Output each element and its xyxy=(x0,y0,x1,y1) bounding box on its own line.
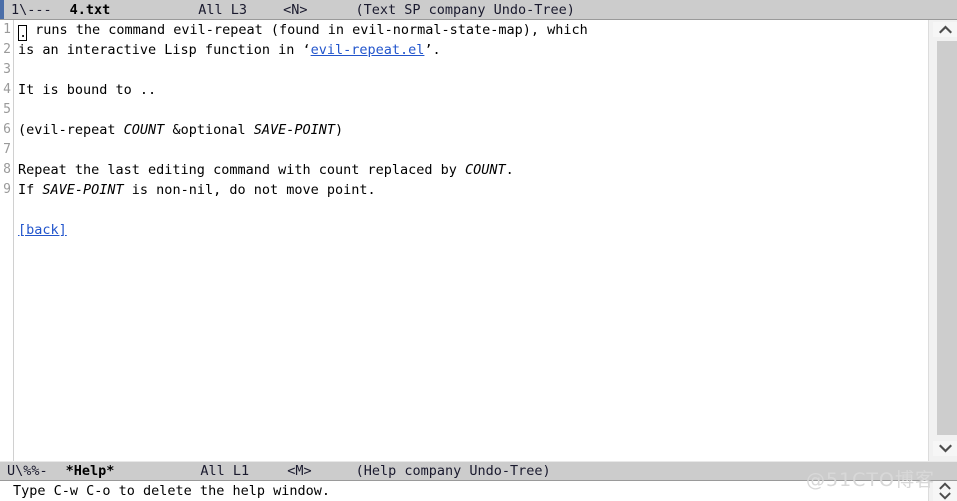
line-number: 7 xyxy=(3,142,11,157)
buffer-text: runs the command evil-repeat (found in e… xyxy=(27,22,588,38)
top-mode-line-flags: 1\--- xyxy=(11,1,52,18)
buffer-line: 8 Repeat the last editing command with co… xyxy=(0,160,928,180)
bottom-mode-line-evil-state: <M> xyxy=(287,463,312,479)
buffer-text: ’. xyxy=(424,42,441,58)
line-number: 9 xyxy=(3,182,11,197)
help-link[interactable]: [back] xyxy=(18,222,67,238)
scrollbar-thumb[interactable] xyxy=(937,41,957,435)
bottom-mode-line-buffer-name[interactable]: *Help* xyxy=(48,462,115,480)
emacs-frame: 1\--- 4.txt All L3 <N> (Text SP company … xyxy=(0,0,957,501)
buffer-text: Repeat the last editing command with cou… xyxy=(18,162,466,178)
bottom-mode-line-minor-modes: (Help company Undo-Tree) xyxy=(355,463,551,479)
line-number: 5 xyxy=(3,102,11,117)
help-link[interactable]: evil-repeat.el xyxy=(311,42,425,58)
top-mode-line-buffer-name[interactable]: 4.txt xyxy=(52,0,111,19)
main-window-scrollbar[interactable] xyxy=(928,20,957,461)
line-number: 8 xyxy=(3,162,11,177)
buffer-line: 2 is an interactive Lisp function in ‘evi… xyxy=(0,40,928,60)
scrollbar-down-arrow[interactable] xyxy=(933,441,957,456)
bottom-mode-line-position: All L1 xyxy=(200,463,250,479)
buffer-text: If xyxy=(18,182,43,198)
buffer-text: It is bound to .. xyxy=(18,82,157,98)
top-mode-line-position: All L3 xyxy=(198,1,248,18)
scrollbar-up-arrow[interactable] xyxy=(933,22,957,37)
top-mode-line: 1\--- 4.txt All L3 <N> (Text SP company … xyxy=(0,0,957,20)
line-number: 2 xyxy=(3,42,11,57)
buffer-text: . xyxy=(505,162,514,178)
buffer-line: 9 If SAVE-POINT is non-nil, do not move p… xyxy=(0,180,928,200)
buffer-text: ) xyxy=(335,122,344,138)
buffer-line: 1. runs the command evil-repeat (found i… xyxy=(0,20,928,41)
line-number: 1 xyxy=(3,22,11,37)
buffer-text: (evil-repeat xyxy=(18,122,124,138)
buffer-line xyxy=(0,200,928,220)
argument-name: SAVE-POINT xyxy=(42,182,124,198)
argument-name: COUNT xyxy=(465,162,506,178)
buffer-line: 6 (evil-repeat COUNT &optional SAVE-POINT… xyxy=(0,120,928,140)
buffer-line: 4 It is bound to .. xyxy=(0,80,928,100)
argument-name: SAVE-POINT xyxy=(253,122,335,138)
help-buffer-text-window[interactable]: 1. runs the command evil-repeat (found i… xyxy=(0,20,928,461)
buffer-line: 7 xyxy=(0,140,928,160)
echo-area-message: Type C-w C-o to delete the help window. xyxy=(0,481,957,501)
buffer-line: 5 xyxy=(0,100,928,120)
bottom-mode-line-flags: U\%%- xyxy=(7,463,48,479)
buffer-line: [back] xyxy=(0,220,928,240)
buffer-text: is non-nil, do not move point. xyxy=(123,182,376,198)
line-number-gutter-separator xyxy=(13,20,14,461)
echo-area-scrollbar[interactable] xyxy=(928,481,957,501)
top-mode-line-minor-modes: (Text SP company Undo-Tree) xyxy=(355,1,575,18)
buffer-line: 3 xyxy=(0,60,928,80)
echo-scrollbar-up-arrow[interactable] xyxy=(933,481,957,491)
echo-scrollbar-down-arrow[interactable] xyxy=(933,491,957,501)
bottom-mode-line: U\%%- *Help* All L1 <M> (Help company Un… xyxy=(0,461,957,481)
line-number: 4 xyxy=(3,82,11,97)
line-number: 3 xyxy=(3,62,11,77)
buffer-text: is an interactive Lisp function in ‘ xyxy=(18,42,311,58)
text-cursor: . xyxy=(18,25,28,41)
top-mode-line-evil-state: <N> xyxy=(283,1,308,18)
buffer-text: &optional xyxy=(164,122,254,138)
argument-name: COUNT xyxy=(123,122,165,138)
line-number: 6 xyxy=(3,122,11,137)
